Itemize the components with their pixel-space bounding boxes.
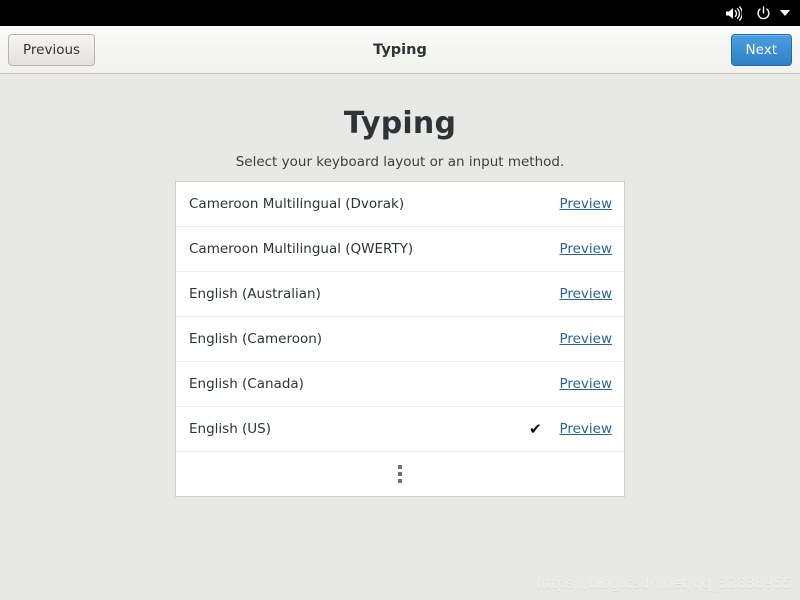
system-top-bar — [0, 0, 800, 26]
preview-link[interactable]: Preview — [559, 331, 612, 347]
preview-link[interactable]: Preview — [559, 421, 612, 437]
more-layouts-row[interactable] — [176, 452, 624, 496]
layout-list-item[interactable]: English (Australian) Preview — [176, 272, 624, 317]
layout-item-label: Cameroon Multilingual (Dvorak) — [189, 196, 405, 212]
volume-icon[interactable] — [725, 5, 742, 21]
selected-check-icon: ✔ — [529, 420, 542, 438]
layout-item-label: Cameroon Multilingual (QWERTY) — [189, 241, 414, 257]
chevron-down-icon[interactable] — [780, 9, 790, 17]
page-title: Typing — [373, 41, 427, 58]
layout-item-label: English (US) — [189, 421, 272, 437]
keyboard-layout-list: Cameroon Multilingual (Dvorak) Preview Cam… — [175, 181, 625, 497]
layout-list-item[interactable]: English (Cameroon) Preview — [176, 317, 624, 362]
power-icon[interactable] — [756, 5, 771, 21]
preview-link[interactable]: Preview — [559, 241, 612, 257]
previous-button[interactable]: Previous — [8, 33, 96, 66]
preview-link[interactable]: Preview — [559, 376, 612, 392]
layout-item-label: English (Cameroon) — [189, 331, 323, 347]
layout-item-label: English (Australian) — [189, 286, 321, 302]
page-heading: Typing — [343, 106, 457, 141]
preview-link[interactable]: Preview — [559, 196, 612, 212]
layout-list-item[interactable]: Cameroon Multilingual (QWERTY) Preview — [176, 227, 624, 272]
watermark-text: https://blog.csdn.net/qq_32838955 — [536, 576, 792, 592]
layout-item-label: English (Canada) — [189, 376, 304, 392]
layout-list-item[interactable]: English (US) ✔ Preview — [176, 407, 624, 452]
window-header: Previous Typing Next — [0, 26, 800, 74]
page-content: Typing Select your keyboard layout or an… — [0, 74, 800, 600]
layout-list-item[interactable]: English (Canada) Preview — [176, 362, 624, 407]
more-vertical-dots-icon — [398, 465, 402, 483]
layout-list-item[interactable]: Cameroon Multilingual (Dvorak) Preview — [176, 182, 624, 227]
page-subtitle: Select your keyboard layout or an input … — [235, 154, 565, 170]
preview-link[interactable]: Preview — [559, 286, 612, 302]
next-button[interactable]: Next — [730, 33, 792, 66]
